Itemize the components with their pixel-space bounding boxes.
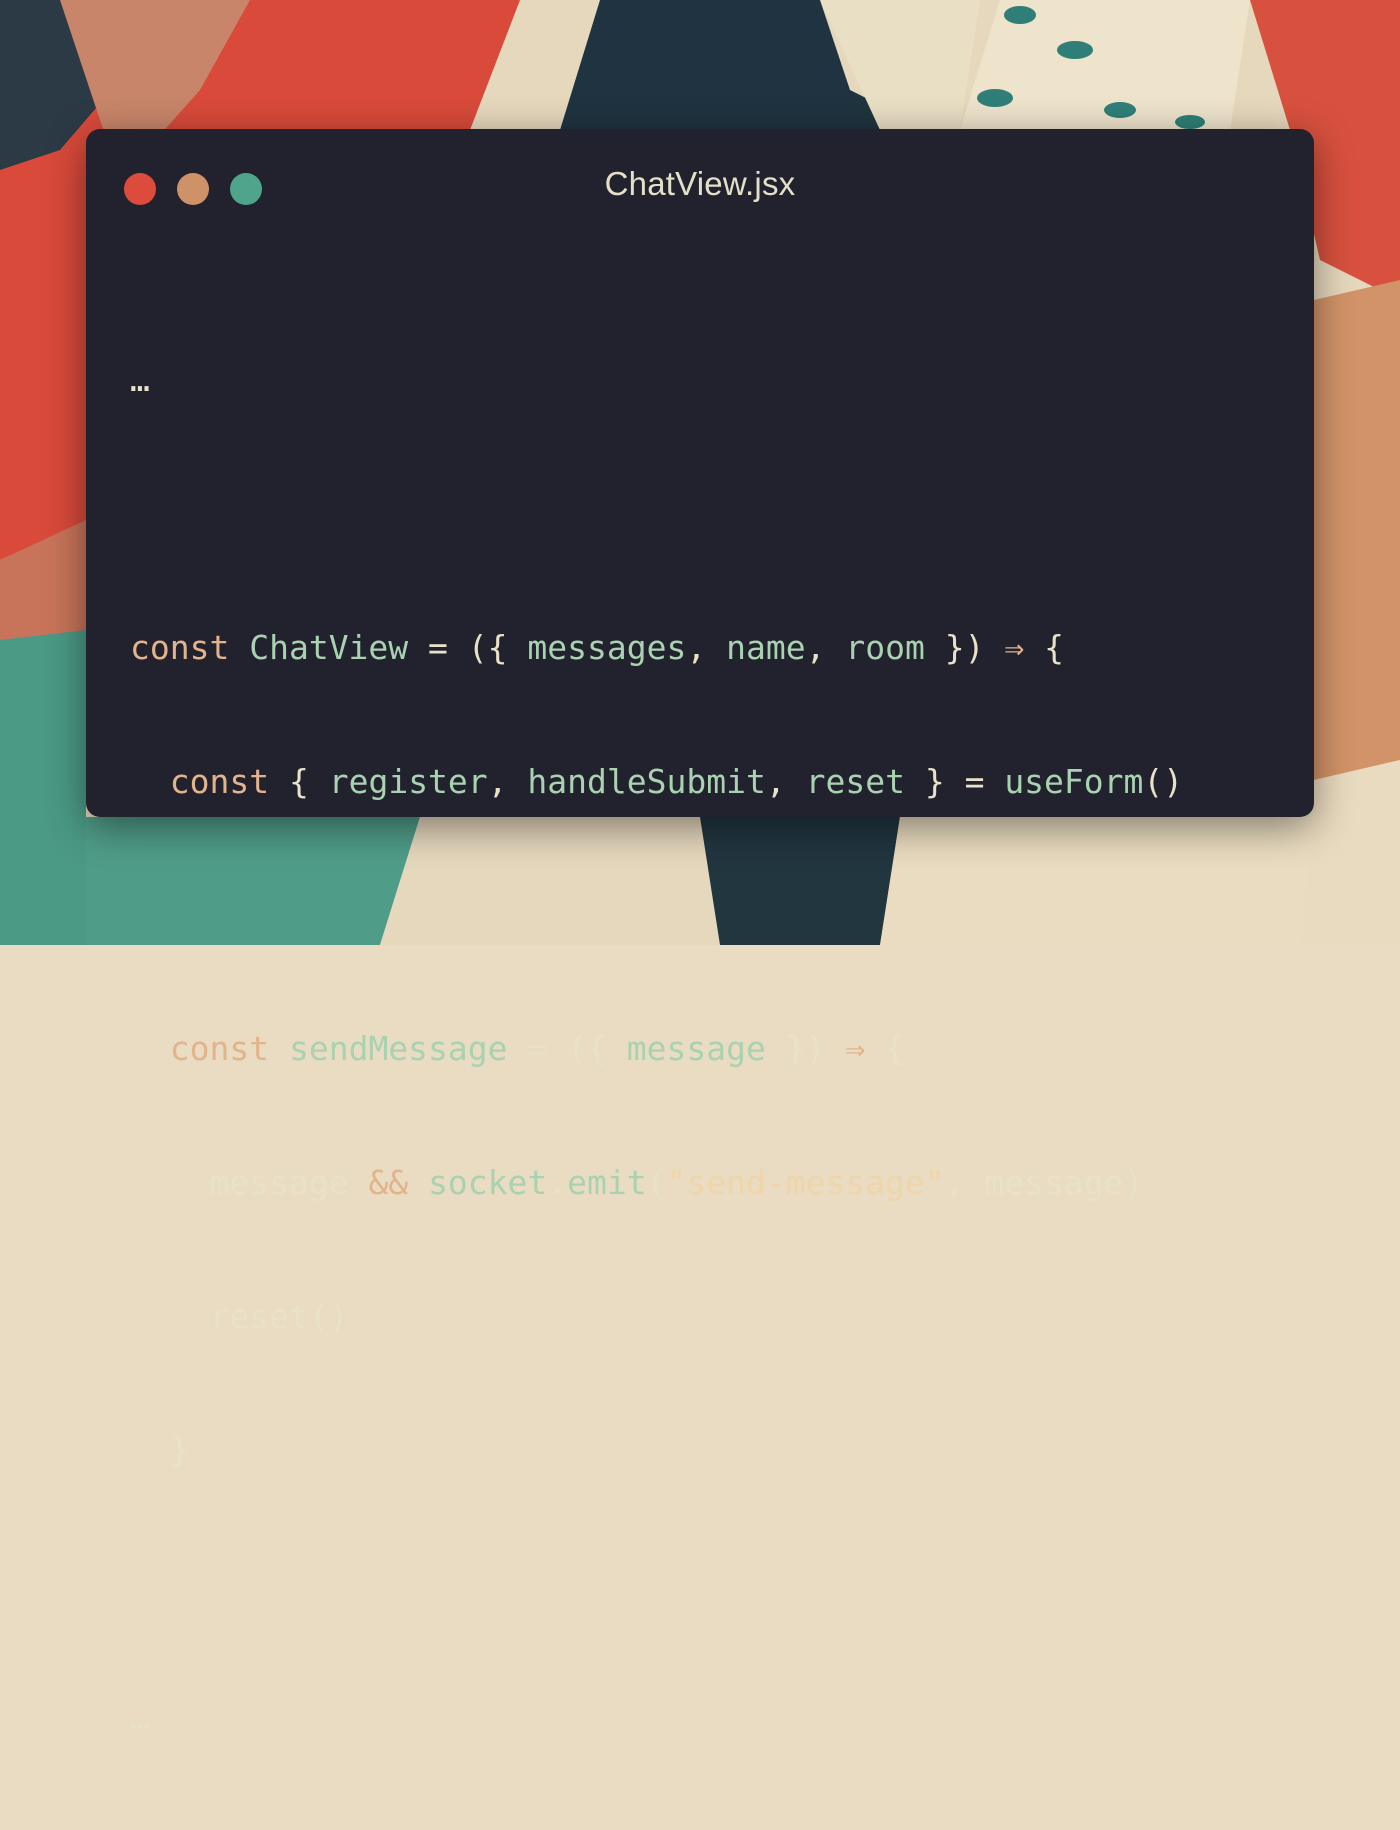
keyword: const [130,627,230,667]
punctuation: ( [646,1162,667,1202]
operator: = [428,627,448,667]
identifier: reset [805,761,905,801]
punctuation: , [944,1162,965,1202]
code-line: const ChatView = ({ messages, name, room… [130,626,1294,671]
punctuation: } [169,1430,190,1470]
identifier: sendMessage [288,1029,508,1069]
ellipsis: … [130,360,150,400]
code-block: … const ChatView = ({ messages, name, ro… [130,269,1294,1830]
function-call: useForm [1004,761,1144,801]
code-line: … [130,358,1294,403]
code-line: message && socket.emit("send-message", m… [130,1161,1294,1206]
punctuation: { [1044,627,1064,667]
window-title: ChatView.jsx [604,165,796,202]
identifier: message [209,1162,349,1202]
punctuation: }) [785,1029,826,1069]
code-line: … [130,1696,1294,1741]
punctuation: , [805,627,826,667]
ellipsis: … [130,1698,150,1737]
code-line: const sendMessage = ({ message }) ⇒ { [130,1027,1294,1072]
identifier: ChatView [249,627,409,667]
code-line: reset() [130,1295,1294,1340]
function-call: emit [567,1162,647,1202]
arrow-icon: ⇒ [1004,627,1025,667]
keyword: const [169,761,270,801]
param: name [726,627,806,667]
identifier: handleSubmit [527,761,766,801]
param: messages [527,627,687,667]
param: room [845,627,925,667]
identifier: socket [428,1162,548,1202]
param: message [626,1029,766,1069]
punctuation: }) [944,627,985,667]
operator: = [964,761,985,801]
function-call: reset [209,1296,309,1336]
punctuation: { [885,1029,905,1069]
punctuation: () [1143,761,1184,801]
string-literal: "send-message" [666,1162,945,1202]
punctuation: () [308,1296,349,1336]
punctuation: , [686,627,707,667]
punctuation: ({ [467,627,508,667]
keyword: const [169,1029,270,1069]
code-line: } [130,1428,1294,1473]
punctuation: } [924,761,945,801]
punctuation: , [487,761,508,801]
operator: && [368,1162,409,1202]
arrow-icon: ⇒ [845,1029,866,1069]
identifier: register [328,761,488,801]
punctuation: . [547,1162,568,1202]
code-window: ChatView.jsx … const ChatView = ({ messa… [86,129,1314,1737]
punctuation: ) [1123,1162,1144,1202]
punctuation: , [765,761,786,801]
punctuation: { [288,761,309,801]
identifier: message [984,1162,1124,1202]
operator: = [527,1029,548,1069]
code-line: const { register, handleSubmit, reset } … [130,760,1294,805]
punctuation: ({ [567,1029,607,1069]
